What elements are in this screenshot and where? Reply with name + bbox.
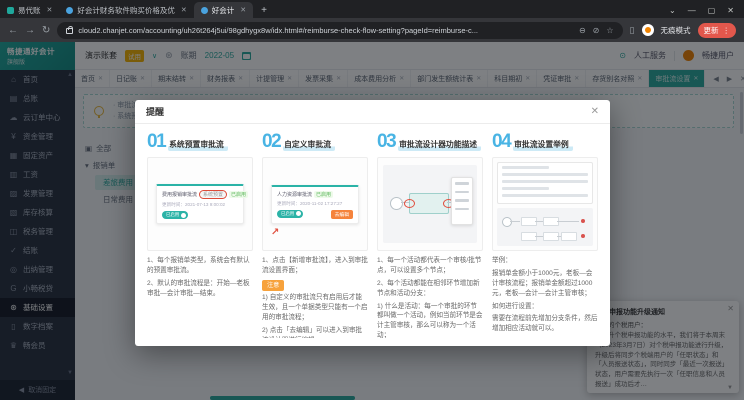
minimize-icon[interactable]: — [688, 6, 696, 15]
section-number: 02 [262, 132, 280, 151]
tab-search-icon[interactable]: ⌄ [669, 6, 676, 15]
modal-section-4: 04 审批流设置举例 [492, 132, 598, 338]
section-title: 审批流设计器功能描述 [398, 139, 481, 151]
end-dot [581, 219, 585, 223]
browser-toolbar-right: ▯ 无痕模式 更新 ⋮ [630, 23, 736, 38]
bookmark-star-icon[interactable]: ☆ [606, 26, 613, 35]
site-favicon [7, 7, 14, 14]
section-illustration: 人力资源审批流 已启用 更新时间：2020-11-02 17:27:27 已启用… [262, 157, 368, 251]
reload-icon[interactable]: ↻ [42, 25, 50, 36]
modal-section-3: 03 审批流设计器功能描述 [377, 132, 483, 338]
browser-tab-yidaizhang[interactable]: 易代账 ✕ [0, 2, 59, 18]
section-title: 审批流设置举例 [513, 139, 573, 151]
browser-tab-haokuaiji[interactable]: 好会计 ✕ [194, 2, 253, 18]
update-time: 更新时间：2020-11-02 17:27:27 [277, 201, 353, 207]
section-illustration [377, 157, 483, 251]
branch-flow-thumbnail [497, 208, 593, 246]
start-node [390, 197, 403, 210]
forward-icon[interactable]: → [25, 25, 35, 36]
close-tab-icon[interactable]: ✕ [240, 6, 246, 14]
window-controls: ⌄ — ▢ ✕ [659, 6, 744, 18]
lock-icon [66, 28, 73, 34]
flow-name: 人力资源审批流 [277, 191, 312, 198]
modal-title: 提醒 [146, 105, 164, 118]
reminder-modal: 提醒 ✕ 01 系统预置审批流 费用报销审批流 系统预置 已启用 [135, 100, 610, 346]
browser-tab-pricing[interactable]: 好会计财务软件购买价格及优 ✕ [59, 2, 193, 18]
enable-toggle: 已启用 [277, 210, 303, 218]
custom-flow-card: 人力资源审批流 已启用 更新时间：2020-11-02 17:27:27 已启用… [271, 185, 359, 224]
preset-flow-card: 费用报销审批流 系统预置 已启用 更新时间：2021-07-13 9:00:02… [156, 184, 244, 224]
node-menu-popup [451, 177, 473, 225]
new-tab-button[interactable]: + [261, 5, 267, 16]
back-icon[interactable]: ← [8, 25, 18, 36]
modal-section-2: 02 自定义审批流 人力资源审批流 已启用 更新时间：2020-11-02 17… [262, 132, 368, 338]
highlight-ellipse [404, 199, 415, 208]
modal-section-1: 01 系统预置审批流 费用报销审批流 系统预置 已启用 更新时间：2021-07… [147, 132, 253, 338]
site-favicon [66, 7, 73, 14]
close-tab-icon[interactable]: ✕ [47, 6, 53, 14]
status-badge: 已启用 [229, 191, 248, 198]
profile-avatar[interactable] [642, 24, 654, 36]
edit-button: 去编辑 [331, 210, 353, 219]
section-number: 01 [147, 132, 165, 151]
note-badge: 注意 [262, 280, 284, 291]
section-title: 自定义审批流 [283, 139, 335, 151]
branch-settings-thumbnail [497, 162, 593, 204]
section-illustration: 费用报销审批流 系统预置 已启用 更新时间：2021-07-13 9:00:02… [147, 157, 253, 251]
update-time: 更新时间：2021-07-13 9:00:02 [162, 202, 238, 208]
close-window-icon[interactable]: ✕ [727, 6, 734, 15]
flow-designer-thumbnail [383, 165, 477, 243]
section-title: 系统预置审批流 [168, 139, 228, 151]
browser-tabstrip: 易代账 ✕ 好会计财务软件购买价格及优 ✕ 好会计 ✕ + ⌄ — ▢ ✕ [0, 0, 744, 18]
section-illustration [492, 157, 598, 251]
enable-toggle: 已启用 [162, 211, 188, 219]
url-field[interactable]: cloud2.chanjet.com/accounting/uh26t264j5… [57, 22, 622, 39]
browser-addressbar: ← → ↻ cloud2.chanjet.com/accounting/uh26… [0, 18, 744, 42]
close-tab-icon[interactable]: ✕ [181, 6, 187, 14]
section-number: 04 [492, 132, 510, 151]
modal-header: 提醒 ✕ [135, 100, 610, 124]
zoom-icon[interactable]: ⊖ [579, 26, 586, 35]
maximize-icon[interactable]: ▢ [708, 6, 716, 15]
modal-close-icon[interactable]: ✕ [591, 106, 599, 117]
side-panel-icon[interactable]: ▯ [630, 25, 635, 36]
preset-pill: 系统预置 [199, 190, 227, 199]
site-favicon [201, 7, 208, 14]
menu-dots-icon[interactable]: ⋮ [723, 26, 731, 35]
status-badge: 已启用 [314, 191, 333, 198]
app-window: 畅捷通好会计 旗舰版 演示账套 试用 ∨ ⊛ 账期 2022-05 ⊙ 人工服务… [0, 42, 744, 400]
red-arrow-icon: ↗ [271, 227, 279, 238]
incognito-label: 无痕模式 [661, 25, 691, 36]
flow-name: 费用报销审批流 [162, 191, 197, 198]
end-dot [581, 234, 585, 238]
section-number: 03 [377, 132, 395, 151]
chrome-update-button[interactable]: 更新 ⋮ [698, 23, 737, 38]
shield-icon[interactable]: ⊘ [593, 26, 600, 35]
